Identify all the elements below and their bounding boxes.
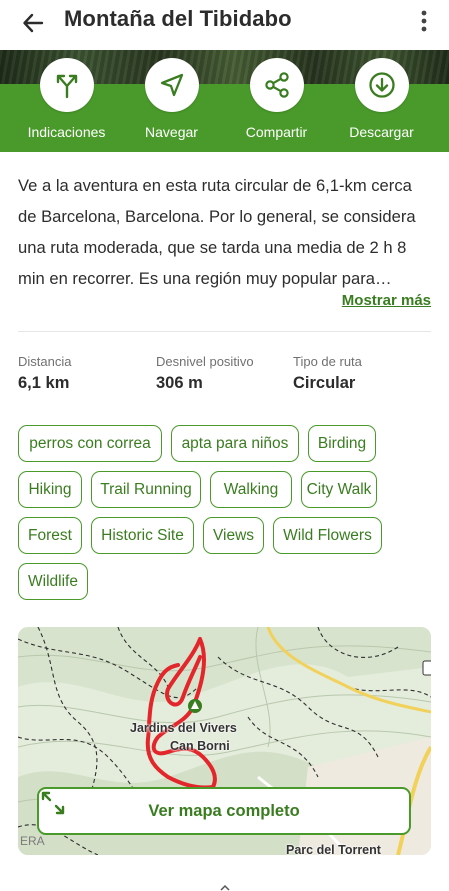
- directions-button[interactable]: Indicaciones: [14, 58, 119, 140]
- navigate-button[interactable]: Navegar: [119, 58, 224, 140]
- page-title: Montaña del Tibidabo: [64, 6, 292, 31]
- show-more-link[interactable]: Mostrar más: [342, 292, 431, 309]
- directions-label: Indicaciones: [27, 124, 106, 140]
- tag-chip[interactable]: City Walk: [301, 471, 377, 508]
- stat-label: Distancia: [18, 354, 72, 369]
- description-text: Ve a la aventura en esta ruta circular d…: [18, 176, 416, 288]
- map-attribution: ERA: [20, 834, 45, 848]
- tag-chip[interactable]: Wild Flowers: [273, 517, 382, 554]
- tag-chip[interactable]: Views: [203, 517, 264, 554]
- navigate-label: Navegar: [145, 124, 198, 140]
- tag-chip[interactable]: Wildlife: [18, 563, 88, 600]
- tag-chip[interactable]: Hiking: [18, 471, 82, 508]
- tag-chip[interactable]: perros con correa: [18, 425, 162, 462]
- stat-label: Desnivel positivo: [156, 354, 254, 369]
- share-icon: [264, 72, 289, 98]
- top-app-bar: Montaña del Tibidabo: [0, 0, 449, 50]
- trail-map-preview[interactable]: Jardins del Vivers Can Borni Parc del To…: [18, 627, 431, 855]
- stat-value: 306 m: [156, 374, 203, 392]
- download-button[interactable]: Descargar: [329, 58, 434, 140]
- stat-elevation-gain: Desnivel positivo 306 m: [156, 354, 254, 393]
- back-button[interactable]: [18, 8, 48, 38]
- share-button[interactable]: Compartir: [224, 58, 329, 140]
- tag-chip[interactable]: Historic Site: [91, 517, 194, 554]
- action-bar: Indicaciones Navegar Compartir Descargar: [0, 50, 449, 152]
- stat-distance: Distancia 6,1 km: [18, 354, 71, 393]
- tag-chip[interactable]: Trail Running: [91, 471, 201, 508]
- tag-chip[interactable]: Birding: [308, 425, 376, 462]
- divider: [18, 331, 431, 332]
- tag-chip[interactable]: Walking: [210, 471, 292, 508]
- stat-route-type: Tipo de ruta Circular: [293, 354, 362, 393]
- map-place-label: Can Borni: [170, 739, 230, 753]
- tag-chip[interactable]: Forest: [18, 517, 82, 554]
- more-options-button[interactable]: [413, 6, 435, 36]
- view-full-map-label: Ver mapa completo: [148, 801, 300, 820]
- stat-value: Circular: [293, 374, 356, 392]
- download-label: Descargar: [349, 124, 414, 140]
- expand-icon: [41, 791, 65, 815]
- tag-chip[interactable]: apta para niños: [171, 425, 299, 462]
- trail-stats: Distancia 6,1 km Desnivel positivo 306 m…: [18, 354, 431, 398]
- map-place-label: Jardins del Vivers: [130, 721, 237, 735]
- more-vertical-icon: [421, 10, 427, 32]
- chevron-up-icon: [220, 884, 230, 891]
- stat-label: Tipo de ruta: [293, 354, 362, 369]
- navigate-icon: [160, 73, 183, 97]
- download-icon: [368, 72, 395, 98]
- map-place-label: Parc del Torrent: [286, 843, 381, 855]
- trail-description: Ve a la aventura en esta ruta circular d…: [18, 170, 433, 294]
- directions-icon: [56, 74, 77, 99]
- view-full-map-button[interactable]: Ver mapa completo: [37, 787, 411, 835]
- stat-value: 6,1 km: [18, 374, 70, 392]
- arrow-left-icon: [23, 13, 44, 33]
- share-label: Compartir: [245, 124, 308, 140]
